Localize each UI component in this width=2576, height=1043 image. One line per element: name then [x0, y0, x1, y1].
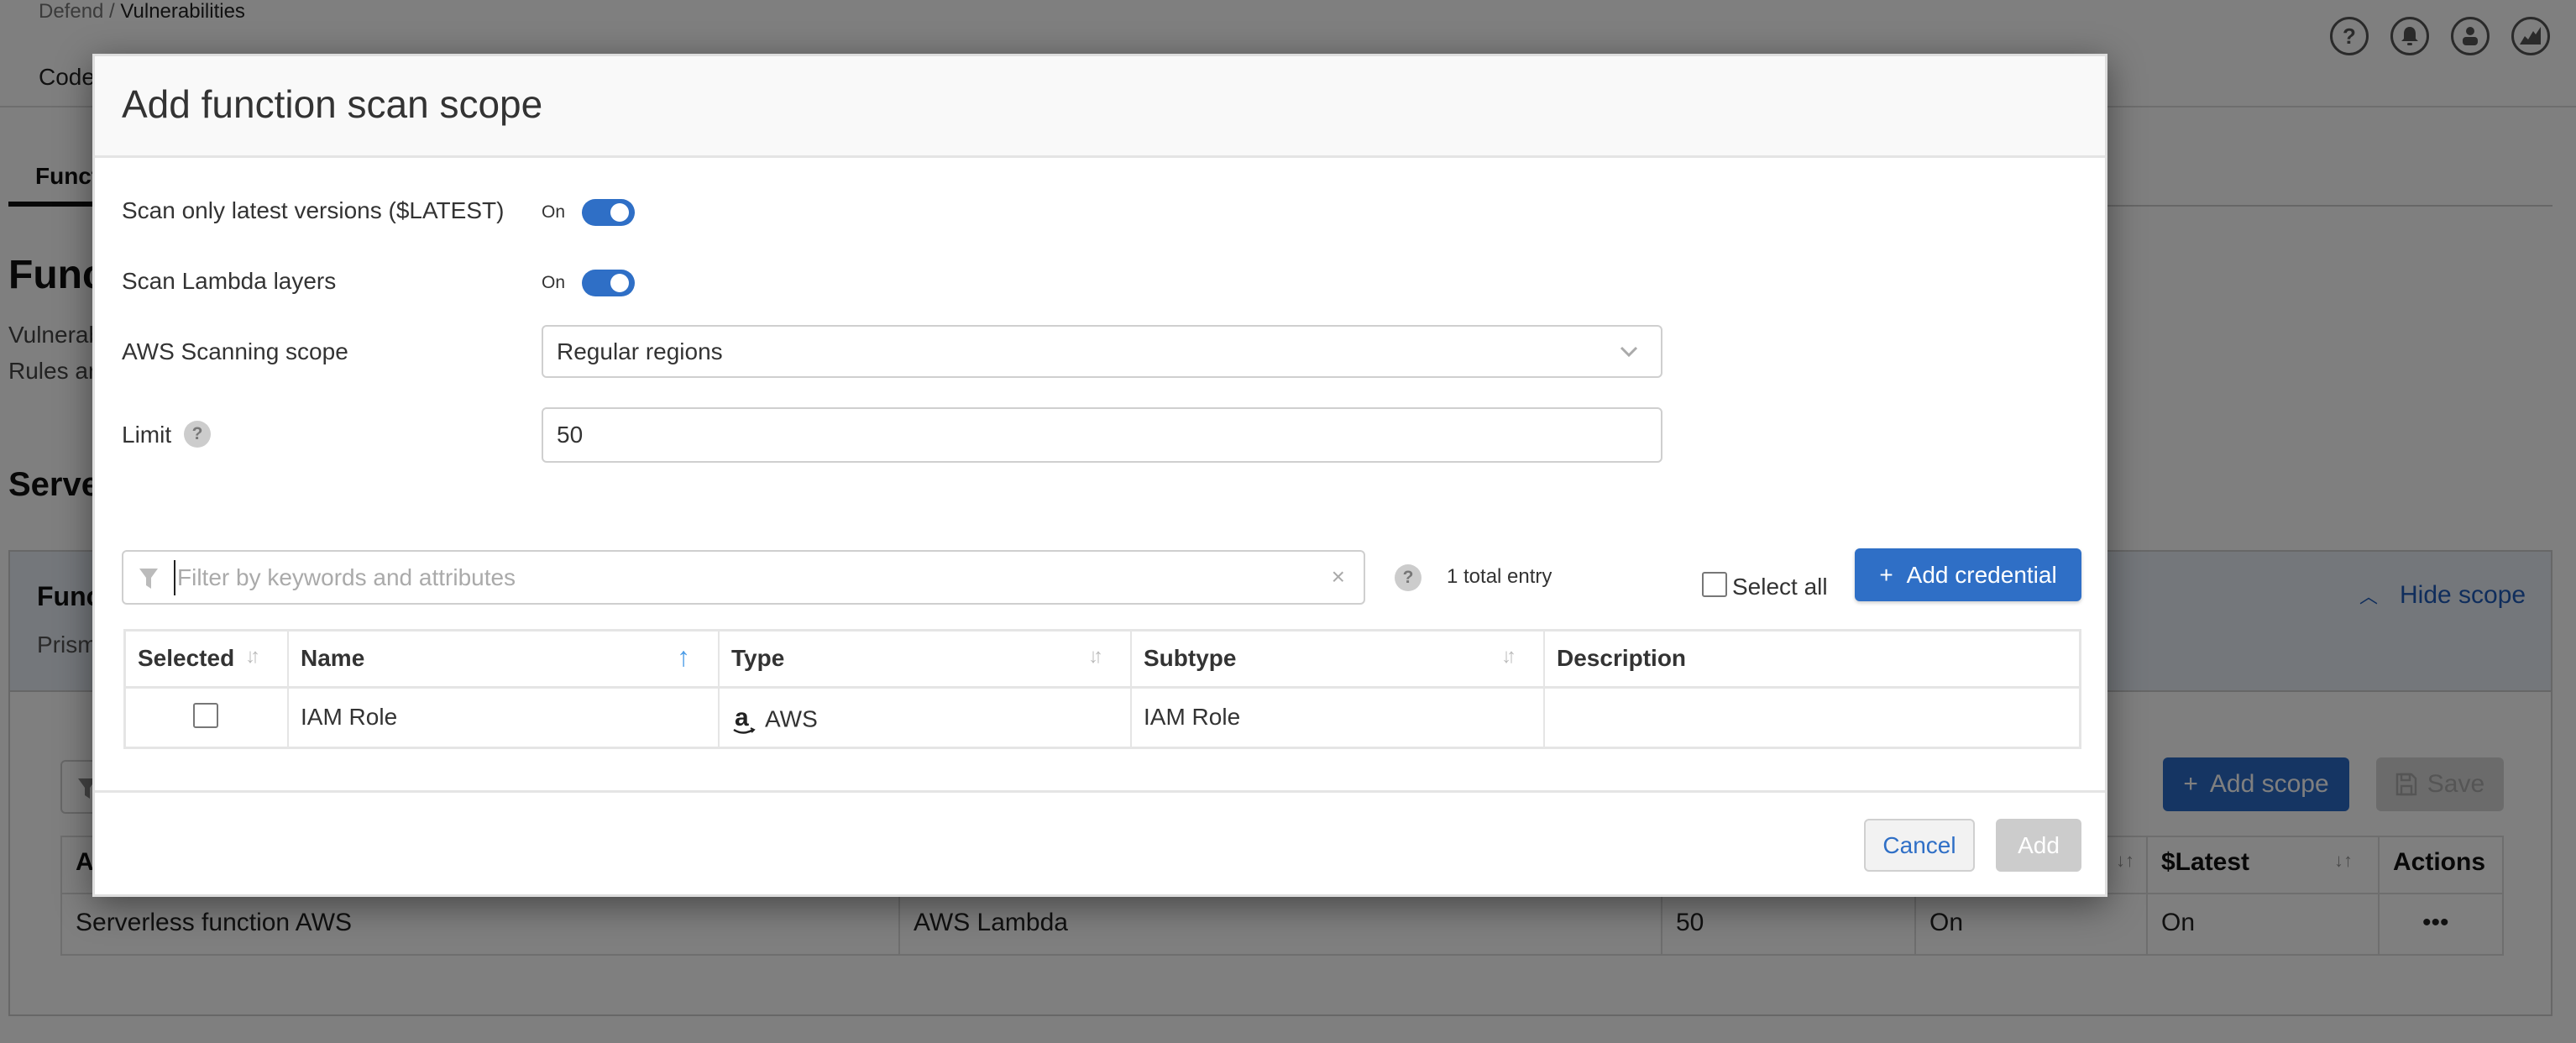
filter-input[interactable]	[174, 560, 1282, 595]
svg-text:a: a	[735, 704, 749, 731]
credentials-table: Selected ↓↑ Name ↑ Type ↓↑ Subtype ↓↑ De…	[123, 629, 2081, 749]
limit-help-icon[interactable]: ?	[184, 421, 211, 448]
column-header-subtype[interactable]: Subtype	[1144, 645, 1236, 672]
modal-footer-divider	[95, 790, 2105, 793]
column-header-name[interactable]: Name	[301, 645, 364, 672]
column-header-description: Description	[1557, 645, 1687, 671]
select-all-label[interactable]: Select all	[1732, 574, 1828, 600]
column-header-type[interactable]: Type	[731, 645, 784, 672]
column-header-selected[interactable]: Selected	[138, 645, 234, 672]
sort-icon[interactable]: ↓↑	[1088, 645, 1103, 668]
modal-header: Add function scan scope	[95, 56, 2105, 158]
aws-scope-select[interactable]: Regular regions	[542, 325, 1662, 378]
total-entries-count: 1 total entry	[1447, 565, 1552, 588]
filter-help-icon[interactable]: ?	[1395, 564, 1422, 591]
add-credential-button[interactable]: + Add credential	[1855, 548, 2081, 601]
table-cell-name: IAM Role	[301, 704, 398, 730]
select-all-checkbox[interactable]	[1702, 572, 1727, 597]
chevron-down-icon	[1620, 346, 1638, 358]
scan-latest-label: Scan only latest versions ($LATEST)	[122, 197, 505, 223]
scan-latest-toggle[interactable]	[582, 199, 635, 226]
scan-layers-label: Scan Lambda layers	[122, 268, 337, 294]
limit-input[interactable]	[542, 407, 1662, 463]
add-function-scan-scope-modal: Add function scan scope Scan only latest…	[92, 54, 2107, 897]
plus-icon: +	[1879, 561, 1893, 588]
limit-label: Limit	[122, 422, 172, 448]
scan-layers-state: On	[542, 273, 566, 292]
clear-filter-icon[interactable]: ×	[1332, 563, 1345, 590]
modal-title: Add function scan scope	[122, 82, 543, 126]
row-select-checkbox[interactable]	[193, 703, 218, 728]
credential-filter[interactable]: ×	[122, 550, 1365, 605]
scan-layers-toggle[interactable]	[582, 270, 635, 296]
add-button[interactable]: Add	[1996, 819, 2081, 872]
amazon-logo-icon: a	[733, 704, 756, 734]
scan-latest-state: On	[542, 202, 566, 222]
aws-scope-label: AWS Scanning scope	[122, 338, 348, 364]
filter-icon	[139, 569, 158, 589]
table-cell-subtype: IAM Role	[1144, 704, 1241, 730]
sort-ascending-icon[interactable]: ↑	[677, 642, 690, 673]
sort-icon[interactable]: ↓↑	[245, 645, 260, 668]
cancel-button[interactable]: Cancel	[1864, 819, 1975, 872]
table-cell-type: a AWS	[731, 704, 818, 737]
aws-scope-selected-value: Regular regions	[557, 338, 723, 364]
sort-icon[interactable]: ↓↑	[1501, 645, 1516, 668]
